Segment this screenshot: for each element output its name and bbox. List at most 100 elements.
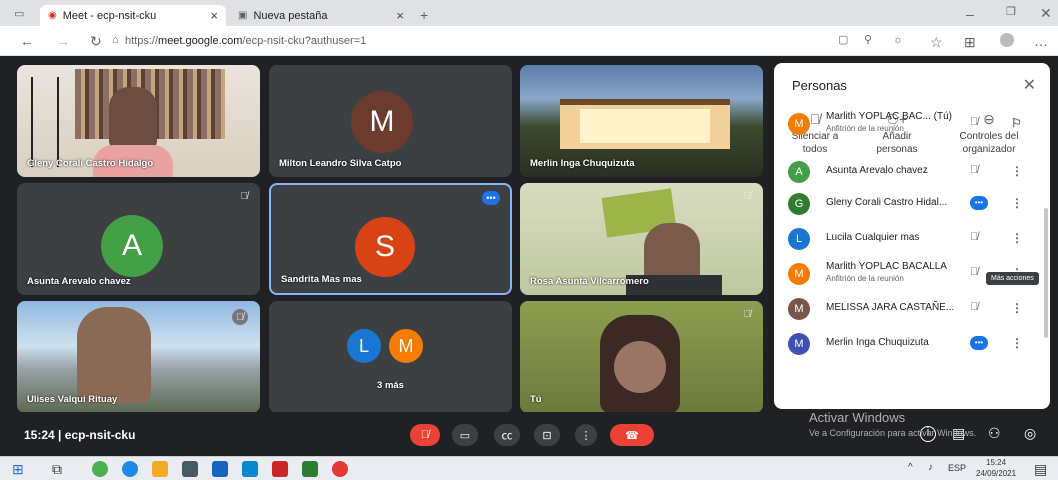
pin-icon[interactable]: ⚐ — [1011, 116, 1022, 130]
close-tab-icon[interactable]: × — [210, 8, 218, 23]
reader-icon[interactable]: ▢ — [838, 35, 848, 46]
mic-status-icon[interactable]: ••• — [970, 336, 988, 350]
powerpoint-icon[interactable] — [272, 461, 288, 477]
tile-participant[interactable]: 🎙̸ Rosa Asunta Vilcarromero — [520, 183, 763, 295]
participant-avatar: M — [788, 263, 810, 285]
panel-scrollbar[interactable] — [1044, 208, 1048, 338]
tab-label: Meet - ecp-nsit-cku — [62, 9, 157, 22]
participant-row[interactable]: G Gleny Corali Castro Hidal... ••• ⋮ — [788, 188, 1038, 222]
back-icon[interactable]: ← — [20, 34, 34, 48]
app-icon[interactable] — [332, 461, 348, 477]
tile-participant[interactable]: 🎙̸ Ulises Valqui Rituay — [17, 301, 260, 413]
participant-row[interactable]: M Marlith YOPLAC BAC... (Tú) Anfitrión de … — [788, 108, 1038, 142]
tile-participant-active[interactable]: ••• S Sandrita Mas mas — [269, 183, 512, 295]
chrome-icon[interactable] — [92, 461, 108, 477]
minimize-icon[interactable]: – — [966, 7, 974, 21]
tray-chevron-icon[interactable]: ^ — [908, 463, 913, 473]
more-options-icon[interactable]: ••• — [482, 191, 500, 205]
activities-icon[interactable]: ◎ — [1024, 426, 1036, 440]
close-window-icon[interactable]: ✕ — [1040, 6, 1052, 20]
edge-icon[interactable] — [122, 461, 138, 477]
mic-status-icon[interactable]: 🎙̸ — [970, 116, 978, 128]
more-vert-icon[interactable]: ⋮ — [1011, 164, 1023, 178]
tile-more-participants[interactable]: L M 3 más — [269, 301, 512, 413]
more-icon[interactable]: … — [1034, 34, 1048, 48]
mic-off-icon: 🎙̸ — [232, 309, 248, 325]
mic-off-icon: 🎙̸ — [743, 309, 752, 320]
clock-time[interactable]: 15:24 — [986, 459, 1006, 467]
camera-icon: ▭ — [459, 429, 471, 442]
participant-name: MELISSA JARA CASTAÑE... — [826, 302, 955, 313]
url-field[interactable]: https://meet.google.com/ecp-nsit-cku?aut… — [125, 32, 835, 50]
tile-participant[interactable]: 🎙̸ A Asunta Arevalo chavez — [17, 183, 260, 295]
word-icon[interactable] — [212, 461, 228, 477]
recording-icon: ◉ — [48, 10, 57, 21]
more-vert-icon[interactable]: ⋮ — [1011, 231, 1023, 245]
participant-row[interactable]: A Asunta Arevalo chavez 🎙̸ ⋮ — [788, 156, 1038, 190]
more-vert-icon[interactable]: ⋮ — [1011, 301, 1023, 315]
mic-status-icon[interactable]: 🎙̸ — [970, 164, 978, 176]
participant-name: Ulises Valqui Rituay — [27, 394, 118, 405]
more-options-button[interactable]: ⋮ — [575, 424, 597, 446]
explorer-icon[interactable] — [152, 461, 168, 477]
captions-button[interactable]: ㏄ — [494, 424, 520, 446]
settings-icon[interactable]: ☼ — [893, 35, 903, 46]
participant-avatar: A — [101, 215, 163, 277]
start-icon[interactable]: ⊞ — [12, 462, 24, 476]
mic-status-icon[interactable]: 🎙̸ — [970, 231, 978, 243]
participant-row[interactable]: L Lucila Cualquier mas 🎙̸ ⋮ — [788, 223, 1038, 257]
participant-name: Gleny Corali Castro Hidal... — [826, 197, 948, 208]
participant-name: Lucila Cualquier mas — [826, 232, 920, 243]
close-tab-icon[interactable]: × — [396, 8, 404, 23]
more-vert-icon: ⋮ — [580, 429, 592, 442]
notifications-icon[interactable]: ▤ — [1034, 462, 1047, 476]
tile-participant[interactable]: Merlin Inga Chuquizuta — [520, 65, 763, 177]
present-button[interactable]: ⊡ — [534, 424, 560, 446]
tab-meet[interactable]: ◉ Meet - ecp-nsit-cku × — [40, 5, 226, 26]
browser-tab-bar: ▭ ◉ Meet - ecp-nsit-cku × ▣ Nueva pestañ… — [0, 0, 1058, 26]
participant-avatar: M — [788, 333, 810, 355]
key-icon[interactable]: ⚲ — [864, 35, 872, 46]
participant-row[interactable]: M MELISSA JARA CASTAÑE... 🎙̸ ⋮ — [788, 293, 1038, 327]
tab-new[interactable]: ▣ Nueva pestaña × — [230, 5, 412, 26]
more-vert-icon[interactable]: ⋮ — [1011, 336, 1023, 350]
participant-name: Asunta Arevalo chavez — [27, 276, 131, 287]
new-tab-icon[interactable]: + — [420, 8, 428, 22]
language-indicator[interactable]: ESP — [948, 464, 966, 473]
meeting-info: 15:24 | ecp-nsit-cku — [24, 428, 136, 442]
excel-icon[interactable] — [302, 461, 318, 477]
store-icon[interactable] — [182, 461, 198, 477]
close-icon[interactable]: ✕ — [1023, 75, 1036, 95]
mail-icon[interactable] — [242, 461, 258, 477]
participant-name: Rosa Asunta Vilcarromero — [530, 276, 649, 287]
mic-status-icon[interactable]: ••• — [970, 196, 988, 210]
clock-date[interactable]: 24/09/2021 — [976, 470, 1016, 478]
participant-name: Marlith YOPLAC BACALLA — [826, 261, 947, 272]
tile-participant[interactable]: Gleny Corali Castro Hidalgo — [17, 65, 260, 177]
favorites-icon[interactable]: ☆ — [930, 35, 943, 49]
forward-icon[interactable]: → — [56, 34, 70, 48]
participant-row[interactable]: M Merlin Inga Chuquizuta ••• ⋮ — [788, 328, 1038, 362]
people-icon[interactable]: ⚇ — [988, 426, 1001, 440]
camera-toggle-button[interactable]: ▭ — [452, 424, 478, 446]
mic-toggle-button[interactable]: 🎙̸ — [410, 424, 440, 446]
leave-call-button[interactable]: ☎ — [610, 424, 654, 446]
more-vert-icon[interactable]: ⋮ — [1011, 196, 1023, 210]
profile-icon[interactable] — [1000, 33, 1014, 47]
tab-actions-icon[interactable]: ▭ — [14, 9, 24, 20]
mic-off-icon: 🎙̸ — [420, 429, 430, 441]
action-label: personas — [876, 144, 918, 155]
participant-role: Anfitrión de la reunión — [826, 124, 904, 133]
tab-label: Nueva pestaña — [253, 9, 328, 22]
tile-self[interactable]: 🎙̸ Tú — [520, 301, 763, 413]
reload-icon[interactable]: ↻ — [90, 34, 102, 48]
tile-participant[interactable]: M Milton Leandro Silva Catpo — [269, 65, 512, 177]
mic-status-icon[interactable]: 🎙̸ — [970, 301, 978, 313]
collections-icon[interactable]: ⊞ — [964, 35, 976, 49]
more-count: 3 más — [377, 380, 404, 391]
volume-icon[interactable]: ♪ — [928, 463, 933, 473]
mic-status-icon[interactable]: 🎙̸ — [970, 266, 978, 278]
participant-name: Marlith YOPLAC BAC... (Tú) — [826, 111, 952, 122]
restore-icon[interactable]: ❐ — [1006, 7, 1016, 18]
taskview-icon[interactable]: ⧉ — [52, 462, 62, 476]
